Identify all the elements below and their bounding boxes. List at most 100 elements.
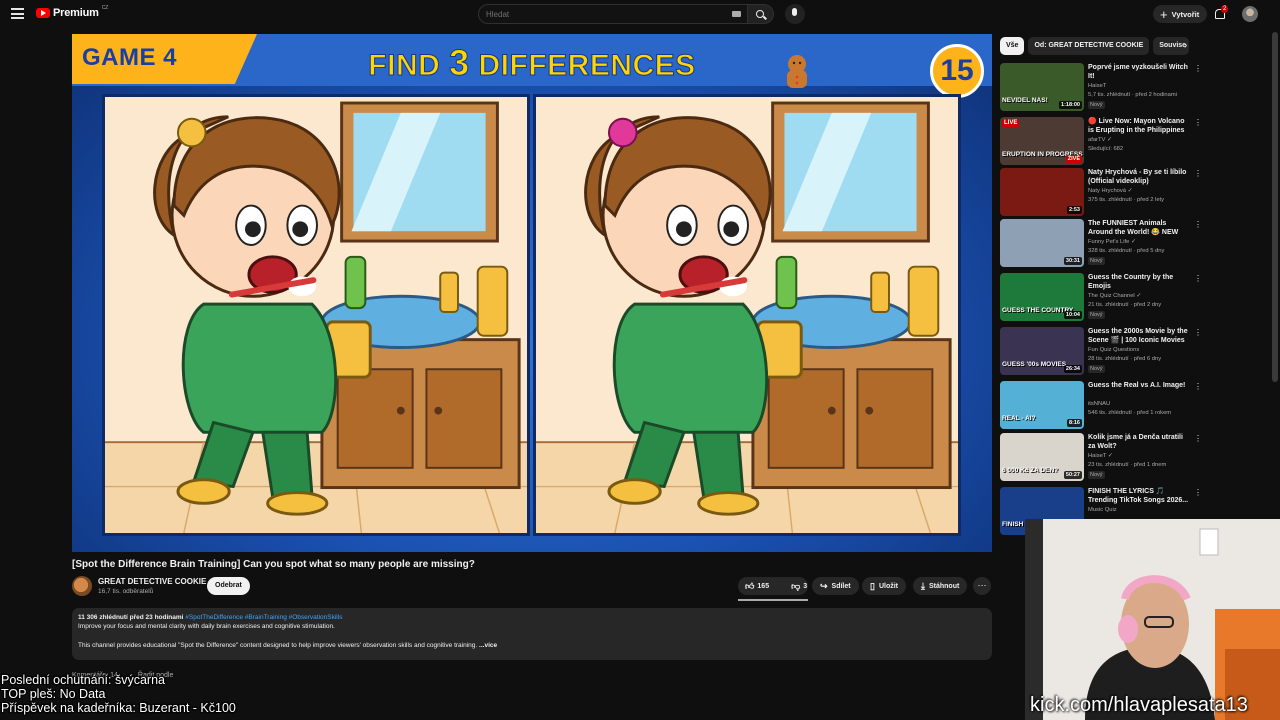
thumbnail-caption: GUESS '00s MOVIES: [1002, 361, 1067, 368]
kebab-menu-icon[interactable]: ⋮: [1194, 169, 1202, 178]
thumbnail-caption: GUESS THE COUNTRY: [1002, 307, 1074, 314]
sidebar-scrollbar[interactable]: [1272, 32, 1278, 382]
recommended-title[interactable]: Kolik jsme já a Denča utratili za Wolt?: [1088, 433, 1192, 451]
search-button[interactable]: [748, 4, 774, 24]
bookmark-icon: ▯: [870, 580, 875, 591]
recommended-channel[interactable]: HaiseT: [1088, 83, 1106, 89]
download-label: Stáhnout: [928, 582, 960, 590]
recommended-channel[interactable]: afarTV ✓: [1088, 137, 1112, 143]
video-title: [Spot the Difference Brain Training] Can…: [72, 559, 475, 570]
thumbnail-caption: REAL - AI?: [1002, 415, 1036, 422]
webcam-overlay: [1025, 519, 1280, 720]
chip-from-channel[interactable]: Od: GREAT DETECTIVE COOKIE: [1028, 37, 1150, 55]
recommended-title[interactable]: FINISH THE LYRICS 🎵 Trending TikTok Song…: [1088, 487, 1192, 505]
channel-avatar[interactable]: [72, 576, 92, 596]
video-duration: 8:16: [1066, 419, 1082, 427]
kebab-menu-icon[interactable]: ⋮: [1194, 274, 1202, 283]
recommended-stats: 21 tis. zhlédnutí · před 2 dny: [1088, 302, 1162, 308]
recommended-channel[interactable]: Funny Pet's Life ✓: [1088, 239, 1136, 245]
recommended-title[interactable]: Naty Hrychová - By se ti líbilo (Officia…: [1088, 168, 1192, 186]
recommended-video[interactable]: LIVE ERUPTION IN PROGRESS ŽIVĚ 🔴 Live Now: …: [1000, 117, 1204, 167]
channel-name[interactable]: GREAT DETECTIVE COOKIE: [98, 577, 206, 586]
keyboard-icon[interactable]: [732, 11, 741, 17]
video-thumbnail[interactable]: GUESS '00s MOVIES 26:34: [1000, 327, 1084, 375]
video-duration: 26:34: [1063, 365, 1082, 373]
live-badge: LIVE: [1002, 119, 1020, 127]
recommended-video[interactable]: 6 000 Kč ZA DEN? 50:27 Kolik jsme já a Den…: [1000, 433, 1204, 483]
puzzle-panel-right: [533, 94, 961, 536]
recommended-stats: Sledující: 682: [1088, 146, 1124, 152]
new-badge: Nový: [1088, 471, 1105, 479]
recommended-title[interactable]: Poprvé jsme vyzkoušeli Witch It!: [1088, 63, 1192, 81]
more-actions-icon[interactable]: ⋯: [973, 577, 991, 595]
kebab-menu-icon[interactable]: ⋮: [1194, 118, 1202, 127]
like-button[interactable]: 👍︎ 165: [738, 577, 776, 595]
recommended-channel[interactable]: HaiseT ✓: [1088, 453, 1113, 459]
chip-all[interactable]: Vše: [1000, 37, 1025, 55]
girl-brushing-teeth-image-left: [105, 101, 527, 533]
video-thumbnail[interactable]: REAL - AI? 8:16: [1000, 381, 1084, 429]
video-duration: 2:53: [1066, 206, 1082, 214]
overlay-line-2: TOP pleš: No Data: [1, 687, 106, 701]
recommended-title[interactable]: Guess the Real vs A.I. Image!: [1088, 381, 1192, 390]
menu-icon[interactable]: [11, 8, 24, 19]
microphone-icon: [792, 8, 797, 16]
share-button[interactable]: ↪ Sdílet: [812, 577, 859, 595]
recommended-channel[interactable]: Fun Quiz Questions: [1088, 347, 1139, 353]
account-avatar[interactable]: [1242, 6, 1258, 22]
recommended-stats: 328 tis. zhlédnutí · před 5 dny: [1088, 248, 1165, 254]
video-title-overlay: FIND 3 DIFFERENCES: [72, 42, 992, 84]
video-thumbnail[interactable]: 6 000 Kč ZA DEN? 50:27: [1000, 433, 1084, 481]
recommended-video[interactable]: GUESS THE COUNTRY 10:04 Guess the Country …: [1000, 273, 1204, 323]
kebab-menu-icon[interactable]: ⋮: [1194, 220, 1202, 229]
download-button[interactable]: ⤓ Stáhnout: [913, 577, 968, 595]
search-box: [478, 4, 748, 24]
thumbs-up-icon: 👍︎: [745, 580, 755, 591]
description-meta: 11 306 zhlédnutí před 23 hodinami #SpotT…: [78, 614, 986, 621]
recommended-channel[interactable]: Naty Hrychová ✓: [1088, 188, 1132, 194]
recommended-video[interactable]: REAL - AI? 8:16 Guess the Real vs A.I. Ima…: [1000, 381, 1204, 431]
recommended-channel[interactable]: itsNNAU: [1088, 401, 1110, 407]
youtube-logo[interactable]: Premium CZ: [36, 5, 108, 19]
dislike-button[interactable]: 👎︎ 3: [784, 577, 814, 595]
recommended-title[interactable]: 🔴 Live Now: Mayon Volcano is Erupting in…: [1088, 117, 1192, 135]
show-more-link[interactable]: ...více: [479, 642, 497, 649]
video-player[interactable]: GAME 4 FIND 3 DIFFERENCES 15: [72, 34, 992, 552]
kebab-menu-icon[interactable]: ⋮: [1194, 64, 1202, 73]
kebab-menu-icon[interactable]: ⋮: [1194, 434, 1202, 443]
hashtags[interactable]: #SpotTheDifference #BrainTraining #Obser…: [185, 614, 342, 621]
recommended-video[interactable]: GUESS '00s MOVIES 26:34 Guess the 2000s Mo…: [1000, 327, 1204, 377]
recommended-video[interactable]: 30:31 The FUNNIEST Animals Around the Wor…: [1000, 219, 1204, 269]
recommended-stats: 28 tis. zhlédnutí · před 6 dny: [1088, 356, 1162, 362]
plus-icon: +: [1160, 6, 1168, 22]
video-duration: 30:31: [1063, 257, 1082, 265]
kebab-menu-icon[interactable]: ⋮: [1194, 488, 1202, 497]
chevron-right-icon[interactable]: ›: [1184, 40, 1187, 51]
create-button[interactable]: + Vytvořit: [1153, 5, 1208, 23]
kick-channel-url: kick.com/hlavaplesata13: [1030, 694, 1248, 716]
recommended-title[interactable]: Guess the Country by the Emojis: [1088, 273, 1192, 291]
save-button[interactable]: ▯ Uložit: [862, 577, 907, 595]
video-thumbnail[interactable]: 2:53: [1000, 168, 1084, 216]
kebab-menu-icon[interactable]: ⋮: [1194, 328, 1202, 337]
kebab-menu-icon[interactable]: ⋮: [1194, 382, 1202, 391]
subscribe-button[interactable]: Odebrat: [207, 577, 250, 595]
recommended-video[interactable]: 2:53 Naty Hrychová - By se ti líbilo (Off…: [1000, 168, 1204, 218]
overlay-line-1: Poslední ochutnání: švýcarna: [1, 673, 165, 687]
video-thumbnail[interactable]: 30:31: [1000, 219, 1084, 267]
video-thumbnail[interactable]: GUESS THE COUNTRY 10:04: [1000, 273, 1084, 321]
recommended-channel[interactable]: Music Quiz: [1088, 507, 1117, 513]
video-thumbnail[interactable]: NEVIDEL NAS! 1:18:00: [1000, 63, 1084, 111]
recommended-title[interactable]: The FUNNIEST Animals Around the World! 😂…: [1088, 219, 1192, 237]
like-dislike-group: 👍︎ 165 👎︎ 3: [738, 577, 808, 595]
recommended-title[interactable]: Guess the 2000s Movie by the Scene 🎬 | 1…: [1088, 327, 1192, 345]
stream-text-overlay: Poslední ochutnání: švýcarna TOP pleš: N…: [1, 673, 236, 715]
description-box[interactable]: 11 306 zhlédnutí před 23 hodinami #SpotT…: [72, 608, 992, 660]
live-now-badge: ŽIVĚ: [1065, 155, 1082, 163]
video-thumbnail[interactable]: LIVE ERUPTION IN PROGRESS ŽIVĚ: [1000, 117, 1084, 165]
voice-search-button[interactable]: [785, 4, 805, 24]
recommended-channel[interactable]: The Quiz Channel ✓: [1088, 293, 1141, 299]
search-input[interactable]: [479, 9, 719, 19]
video-duration: 50:27: [1063, 471, 1082, 479]
recommended-video[interactable]: NEVIDEL NAS! 1:18:00 Poprvé jsme vyzkoušel…: [1000, 63, 1204, 113]
